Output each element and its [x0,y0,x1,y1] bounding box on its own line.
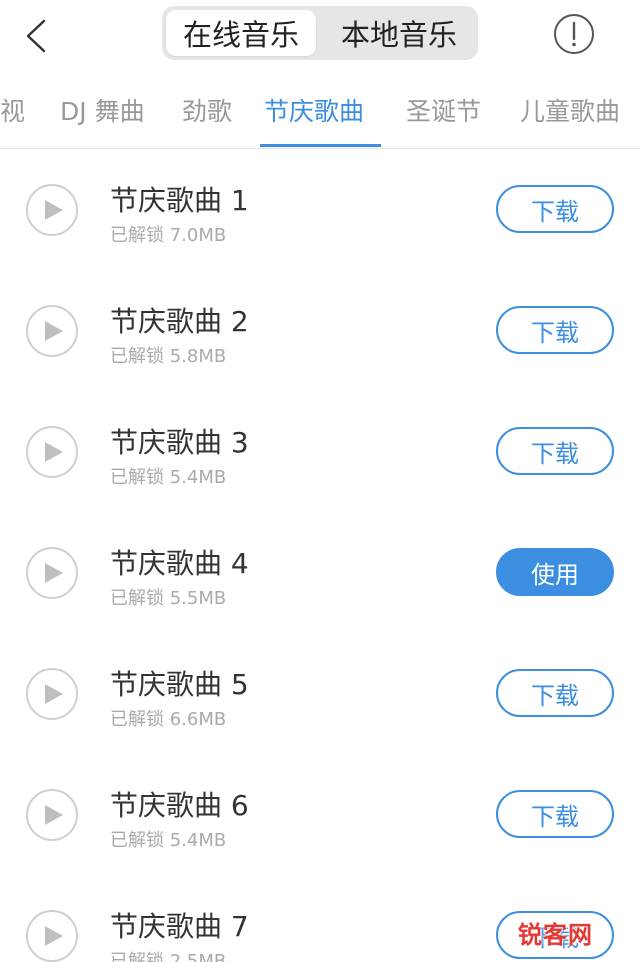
song-status: 已解锁 2.5MB [110,951,227,962]
play-icon [45,684,63,704]
play-button[interactable] [26,910,78,962]
download-button[interactable]: 下载 [496,790,614,838]
download-button[interactable]: 下载 [496,427,614,475]
song-title: 节庆歌曲 3 [110,426,249,459]
info-button[interactable] [552,12,596,56]
song-title: 节庆歌曲 7 [110,910,249,943]
list-item: 节庆歌曲 3 已解锁 5.4MB 下载 [0,390,640,511]
list-item: 节庆歌曲 4 已解锁 5.5MB 使用 [0,511,640,632]
play-icon [45,200,63,220]
song-title: 节庆歌曲 1 [110,184,249,217]
song-title: 节庆歌曲 4 [110,547,249,580]
tab-video[interactable]: 视 [0,92,25,128]
segment-online-music[interactable]: 在线音乐 [166,10,316,56]
tab-festival-songs[interactable]: 节庆歌曲 [264,92,364,128]
chevron-left-icon [26,19,46,53]
play-button[interactable] [26,426,78,478]
song-title: 节庆歌曲 5 [110,668,249,701]
song-status: 已解锁 5.4MB [110,467,227,488]
play-icon [45,805,63,825]
song-status: 已解锁 5.8MB [110,346,227,367]
tab-power-songs[interactable]: 劲歌 [182,92,232,128]
play-button[interactable] [26,789,78,841]
segment-local-music[interactable]: 本地音乐 [324,10,474,56]
play-button[interactable] [26,547,78,599]
play-button[interactable] [26,668,78,720]
song-status: 已解锁 6.6MB [110,709,227,730]
download-button[interactable]: 下载 [496,306,614,354]
active-tab-indicator [260,144,381,147]
play-button[interactable] [26,305,78,357]
play-icon [45,442,63,462]
list-item: 节庆歌曲 2 已解锁 5.8MB 下载 [0,269,640,390]
play-button[interactable] [26,184,78,236]
list-item: 节庆歌曲 1 已解锁 7.0MB 下载 [0,148,640,269]
song-title: 节庆歌曲 6 [110,789,249,822]
song-status: 已解锁 5.5MB [110,588,227,609]
song-title: 节庆歌曲 2 [110,305,249,338]
song-status: 已解锁 7.0MB [110,225,227,246]
play-icon [45,563,63,583]
tab-christmas[interactable]: 圣诞节 [406,92,481,128]
header: 在线音乐 本地音乐 [0,0,640,70]
exclamation-circle-icon [554,14,594,54]
list-item: 节庆歌曲 6 已解锁 5.4MB 下载 [0,753,640,874]
download-button[interactable]: 下载 [496,185,614,233]
play-icon [45,926,63,946]
category-tabs: 视 DJ 舞曲 劲歌 节庆歌曲 圣诞节 儿童歌曲 [0,70,640,149]
source-segmented-control: 在线音乐 本地音乐 [162,6,478,60]
tab-dj[interactable]: DJ 舞曲 [60,92,145,128]
play-icon [45,321,63,341]
watermark-logo: 锐客网 [518,921,593,949]
back-button[interactable] [14,14,58,58]
tab-kids-songs[interactable]: 儿童歌曲 [520,92,620,128]
song-status: 已解锁 5.4MB [110,830,227,851]
download-button[interactable]: 下载 [496,669,614,717]
use-button[interactable]: 使用 [496,548,614,596]
list-item: 节庆歌曲 5 已解锁 6.6MB 下载 [0,632,640,753]
